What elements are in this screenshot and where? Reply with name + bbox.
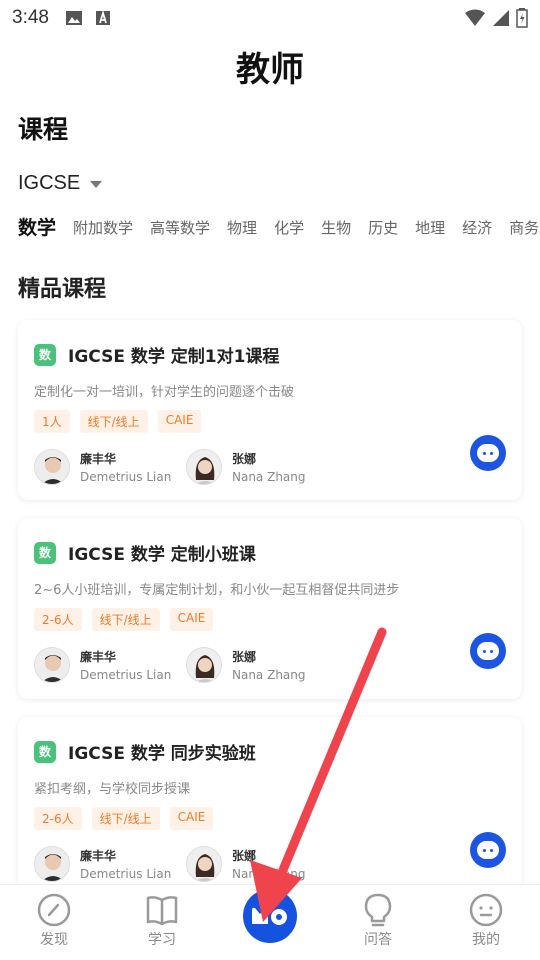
home-logo-button[interactable]: [243, 889, 297, 943]
tab-additional-math[interactable]: 附加数学: [73, 213, 133, 253]
teacher-english-name: Demetrius Lian: [80, 470, 172, 484]
teacher-entry[interactable]: 张娜 Nana Zhang: [186, 846, 338, 882]
teacher-name: 张娜: [232, 650, 257, 664]
course-card[interactable]: 数 IGCSE 数学 定制1对1课程 定制化一对一培训，针对学生的问题逐个击破 …: [18, 320, 522, 500]
tag-board: CAIE: [169, 807, 214, 830]
caret-down-icon: [90, 181, 103, 188]
teacher-english-name: Demetrius Lian: [80, 867, 172, 881]
tab-further-math[interactable]: 高等数学: [150, 213, 210, 253]
nav-label-discover: 发现: [40, 932, 68, 948]
battery-icon: [516, 8, 528, 28]
teacher-name: 廉丰华: [80, 849, 117, 863]
teacher-english-name: Demetrius Lian: [80, 668, 172, 682]
avatar: [186, 647, 222, 683]
lightbulb-icon: [364, 893, 392, 927]
nav-label-profile: 我的: [472, 932, 500, 948]
tab-chemistry[interactable]: 化学: [274, 213, 304, 253]
nav-label-study: 学习: [148, 932, 176, 948]
chat-button[interactable]: [470, 832, 506, 868]
curriculum-dropdown[interactable]: IGCSE: [18, 172, 540, 195]
avatar: [34, 449, 70, 485]
subject-tabs: 数学 附加数学 高等数学 物理 化学 生物 历史 地理 经济 商务: [0, 213, 540, 253]
tag-mode: 线下/线上: [91, 807, 160, 830]
nav-discover[interactable]: 发现: [0, 885, 108, 960]
tag-class-size: 2-6人: [34, 807, 82, 830]
nav-study[interactable]: 学习: [108, 885, 216, 960]
status-bar: 3:48: [0, 0, 540, 36]
chat-bubble-icon: [477, 444, 499, 462]
chat-bubble-icon: [477, 642, 499, 660]
tab-business[interactable]: 商务: [509, 213, 539, 253]
book-icon: [146, 896, 178, 926]
teacher-entry[interactable]: 廉丰华 Demetrius Lian: [34, 647, 186, 683]
signal-icon: [493, 10, 509, 26]
section-title: 课程: [18, 115, 69, 144]
course-description: 紧扣考纲，与学校同步授课: [34, 782, 191, 797]
curriculum-selected: IGCSE: [18, 172, 81, 194]
page-title: 教师: [236, 50, 304, 90]
course-description: 2~6人小班培训，专属定制计划，和小伙一起互相督促共同进步: [34, 583, 400, 598]
logo-icon: [252, 907, 287, 925]
tab-geography[interactable]: 地理: [415, 213, 445, 253]
avatar: [34, 647, 70, 683]
teacher-entry[interactable]: 廉丰华 Demetrius Lian: [34, 846, 186, 882]
tab-economics[interactable]: 经济: [462, 213, 492, 253]
teacher-name: 张娜: [232, 452, 257, 466]
tag-board: CAIE: [169, 608, 214, 631]
course-title: IGCSE 数学 定制1对1课程: [68, 347, 280, 367]
course-title: IGCSE 数学 定制小班课: [68, 545, 256, 565]
teacher-name: 廉丰华: [80, 452, 117, 466]
math-badge-icon: 数: [34, 343, 56, 366]
course-card[interactable]: 数 IGCSE 数学 同步实验班 紧扣考纲，与学校同步授课 2-6人 线下/线上…: [18, 717, 522, 897]
course-description: 定制化一对一培训，针对学生的问题逐个击破: [34, 385, 295, 400]
course-title: IGCSE 数学 同步实验班: [68, 744, 256, 764]
tag-class-size: 2-6人: [34, 608, 82, 631]
tab-biology[interactable]: 生物: [321, 213, 351, 253]
teacher-english-name: Nana Zhang: [232, 867, 306, 881]
compass-icon: [37, 893, 71, 927]
tag-board: CAIE: [157, 410, 202, 433]
image-notification-icon: [65, 11, 82, 25]
avatar: [186, 449, 222, 485]
nav-qa[interactable]: 问答: [324, 885, 432, 960]
tag-mode: 线下/线上: [91, 608, 160, 631]
tab-math[interactable]: 数学: [18, 213, 56, 253]
teacher-name: 张娜: [232, 849, 257, 863]
chat-bubble-icon: [477, 841, 499, 859]
teacher-name: 廉丰华: [80, 650, 117, 664]
wifi-icon: [465, 9, 485, 26]
math-badge-icon: 数: [34, 541, 56, 564]
nav-label-qa: 问答: [364, 932, 392, 948]
a-notification-icon: [95, 10, 110, 25]
tab-history[interactable]: 历史: [368, 213, 398, 253]
teacher-entry[interactable]: 廉丰华 Demetrius Lian: [34, 449, 186, 485]
chat-button[interactable]: [470, 633, 506, 669]
avatar: [34, 846, 70, 882]
tab-physics[interactable]: 物理: [227, 213, 257, 253]
tag-mode: 线下/线上: [79, 410, 148, 433]
teacher-english-name: Nana Zhang: [232, 668, 306, 682]
status-time: 3:48: [12, 7, 49, 28]
teacher-entry[interactable]: 张娜 Nana Zhang: [186, 647, 338, 683]
nav-profile[interactable]: 我的: [432, 885, 540, 960]
teacher-entry[interactable]: 张娜 Nana Zhang: [186, 449, 338, 485]
math-badge-icon: 数: [34, 740, 56, 763]
chat-button[interactable]: [470, 435, 506, 471]
featured-courses-title: 精品课程: [18, 277, 107, 302]
tag-class-size: 1人: [34, 410, 70, 433]
avatar: [186, 846, 222, 882]
teacher-english-name: Nana Zhang: [232, 470, 306, 484]
course-card[interactable]: 数 IGCSE 数学 定制小班课 2~6人小班培训，专属定制计划，和小伙一起互相…: [18, 518, 522, 699]
face-icon: [469, 893, 503, 927]
